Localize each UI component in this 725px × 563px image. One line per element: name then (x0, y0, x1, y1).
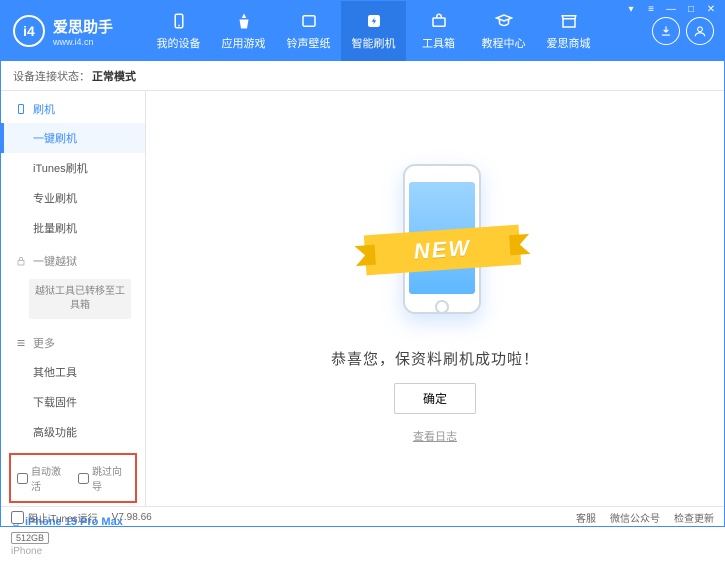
jailbreak-note: 越狱工具已转移至工具箱 (29, 279, 131, 319)
user-button[interactable] (686, 17, 714, 45)
sidebar-item-download-firmware[interactable]: 下载固件 (1, 387, 145, 417)
sidebar-item-itunes-flash[interactable]: iTunes刷机 (1, 153, 145, 183)
sidebar-group-more[interactable]: 更多 (1, 325, 145, 357)
device-storage: 512GB (11, 532, 49, 544)
nav-my-device[interactable]: 我的设备 (146, 1, 211, 61)
logo: i4 爱思助手 www.i4.cn (1, 15, 146, 47)
nav-ringtone[interactable]: 铃声壁纸 (276, 1, 341, 61)
footer-link-update[interactable]: 检查更新 (674, 510, 714, 525)
app-title: 爱思助手 (53, 16, 113, 37)
footer-link-wechat[interactable]: 微信公众号 (610, 510, 660, 525)
success-message: 恭喜您，保资料刷机成功啦！ (331, 348, 539, 369)
sidebar-item-advanced[interactable]: 高级功能 (1, 417, 145, 447)
status-value: 正常模式 (92, 68, 136, 84)
main-content: NEW 恭喜您，保资料刷机成功啦！ 确定 查看日志 (146, 91, 724, 506)
sidebar-item-batch-flash[interactable]: 批量刷机 (1, 213, 145, 243)
close-icon[interactable]: ✕ (703, 4, 719, 16)
status-bar: 设备连接状态： 正常模式 (1, 61, 724, 91)
nav-flash[interactable]: 智能刷机 (341, 1, 406, 61)
version-label: V7.98.66 (112, 512, 152, 523)
list-icon (15, 337, 27, 349)
app-url: www.i4.cn (53, 37, 113, 47)
footer-link-support[interactable]: 客服 (576, 510, 596, 525)
pin-icon[interactable]: ▾ (623, 4, 639, 16)
menu-icon[interactable]: ≡ (643, 4, 659, 16)
flash-icon (364, 11, 384, 31)
media-icon (299, 11, 319, 31)
store-icon (559, 11, 579, 31)
nav-apps[interactable]: 应用游戏 (211, 1, 276, 61)
status-label: 设备连接状态： (13, 68, 90, 84)
sidebar-item-one-click-flash[interactable]: 一键刷机 (1, 123, 145, 153)
top-nav: 我的设备 应用游戏 铃声壁纸 智能刷机 工具箱 教程中心 爱思商城 (146, 1, 601, 61)
toolbox-icon (429, 11, 449, 31)
flash-options-box: 自动激活 跳过向导 (9, 453, 137, 503)
maximize-icon[interactable]: □ (683, 4, 699, 16)
nav-store[interactable]: 爱思商城 (536, 1, 601, 61)
sidebar-group-flash[interactable]: 刷机 (1, 91, 145, 123)
new-ribbon: NEW (364, 224, 521, 275)
logo-icon: i4 (13, 15, 45, 47)
sidebar-item-pro-flash[interactable]: 专业刷机 (1, 183, 145, 213)
checkbox-block-itunes[interactable]: 阻止iTunes运行 (11, 510, 98, 525)
phone-icon (15, 103, 27, 115)
success-illustration: NEW (365, 154, 505, 334)
sidebar-item-other-tools[interactable]: 其他工具 (1, 357, 145, 387)
header: i4 爱思助手 www.i4.cn 我的设备 应用游戏 铃声壁纸 智能刷机 工具… (1, 1, 724, 61)
apps-icon (234, 11, 254, 31)
lock-icon (15, 255, 27, 267)
download-button[interactable] (652, 17, 680, 45)
nav-toolbox[interactable]: 工具箱 (406, 1, 471, 61)
sidebar-group-jailbreak: 一键越狱 (1, 243, 145, 275)
device-icon (169, 11, 189, 31)
ok-button[interactable]: 确定 (394, 383, 476, 414)
view-log-link[interactable]: 查看日志 (413, 428, 457, 444)
checkbox-skip-guide[interactable]: 跳过向导 (78, 463, 129, 493)
device-type: iPhone (11, 546, 135, 557)
tutorial-icon (494, 11, 514, 31)
checkbox-auto-activate[interactable]: 自动激活 (17, 463, 68, 493)
sidebar: 刷机 一键刷机 iTunes刷机 专业刷机 批量刷机 一键越狱 越狱工具已转移至… (1, 91, 146, 506)
minimize-icon[interactable]: — (663, 4, 679, 16)
nav-tutorial[interactable]: 教程中心 (471, 1, 536, 61)
